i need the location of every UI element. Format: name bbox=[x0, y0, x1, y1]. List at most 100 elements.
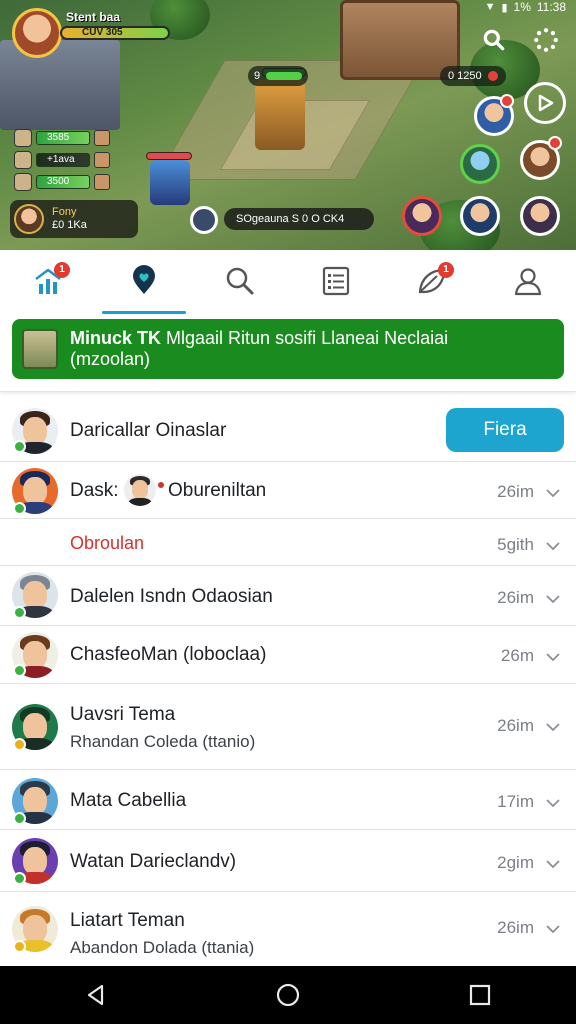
tab-map[interactable] bbox=[96, 250, 192, 314]
chat-time: 5gith bbox=[497, 535, 534, 554]
home-icon[interactable] bbox=[275, 982, 301, 1008]
tab-alerts-badge: 1 bbox=[438, 262, 454, 278]
unit-bubble[interactable] bbox=[190, 206, 218, 234]
chat-name: Watan Darieclandv) bbox=[70, 851, 237, 872]
clock: 11:38 bbox=[536, 0, 566, 14]
resource-counter: 0 1250 bbox=[440, 66, 506, 86]
list-icon bbox=[322, 266, 350, 296]
unit-thumb-icon bbox=[94, 152, 110, 168]
unit-bubble[interactable] bbox=[460, 144, 500, 184]
chat-row[interactable]: Liatart Teman Abandon Dolada (ttania) 26… bbox=[0, 892, 576, 968]
unit-thumb-icon bbox=[14, 151, 32, 169]
hero-resource-bar: CUV 305 bbox=[60, 26, 170, 40]
unit-thumb-icon bbox=[94, 174, 110, 190]
battery-icon: ▮ bbox=[501, 1, 508, 14]
side-resource-value: 3585 bbox=[36, 131, 90, 145]
player-detail: £0 1Ka bbox=[52, 219, 87, 231]
chat-time: 26m bbox=[500, 646, 534, 665]
cart-unit[interactable] bbox=[150, 160, 190, 205]
chat-row[interactable]: ChasfeoMan (loboclaa) 26m bbox=[0, 626, 576, 684]
unit-bubble[interactable] bbox=[460, 196, 500, 236]
promo-section: Minuck TK Mlgaail Ritun sosifi Llaneai N… bbox=[0, 314, 576, 392]
promo-subtitle: (mzoolan) bbox=[70, 349, 151, 369]
online-status-icon bbox=[13, 440, 26, 453]
online-status-icon bbox=[13, 606, 26, 619]
online-status-icon bbox=[13, 664, 26, 677]
tab-bar: 1 1 bbox=[0, 250, 576, 314]
person-icon bbox=[514, 268, 542, 296]
signal-icon: ▼ bbox=[484, 1, 496, 13]
away-status-icon bbox=[13, 738, 26, 751]
promo-banner[interactable]: Minuck TK Mlgaail Ritun sosifi Llaneai N… bbox=[12, 319, 564, 379]
chat-time: 26im bbox=[497, 482, 534, 501]
chat-time: 26im bbox=[497, 918, 534, 937]
game-banner[interactable]: ▼ ▮ 1% 11:38 Stent baa CUV 305 0 1250 9 … bbox=[0, 0, 576, 250]
side-resource-row: +1ava bbox=[14, 151, 110, 169]
hero-name: Stent baa bbox=[66, 10, 121, 24]
chat-name: Dalelen Isndn Odaosian bbox=[70, 586, 273, 607]
chat-row[interactable]: Daricallar Oinaslar Fiera bbox=[0, 400, 576, 462]
tab-profile[interactable] bbox=[480, 250, 576, 312]
chat-row[interactable]: Obroulan 5gith bbox=[0, 518, 576, 566]
tab-home-badge: 1 bbox=[54, 262, 70, 278]
mech-unit[interactable] bbox=[255, 80, 305, 150]
tab-home[interactable]: 1 bbox=[0, 250, 96, 312]
player-avatar bbox=[14, 204, 44, 234]
back-icon[interactable] bbox=[83, 982, 109, 1008]
loading-icon[interactable] bbox=[528, 22, 564, 58]
chat-preview: Abandon Dolada (ttania) bbox=[70, 938, 255, 957]
tab-alerts[interactable]: 1 bbox=[384, 250, 480, 312]
chat-row[interactable]: Watan Darieclandv) 2gim bbox=[0, 830, 576, 892]
hero-avatar[interactable] bbox=[12, 8, 62, 58]
chat-row[interactable]: Mata Cabellia 17im bbox=[0, 770, 576, 830]
chat-name: Uavsri Tema bbox=[70, 704, 176, 725]
house-building bbox=[0, 40, 120, 130]
player-card[interactable]: Fony £0 1Ka bbox=[10, 200, 138, 238]
chevron-down-icon[interactable] bbox=[544, 920, 562, 938]
status-bar: ▼ ▮ 1% 11:38 bbox=[376, 0, 576, 14]
status-dot bbox=[158, 482, 164, 488]
player-name: Fony bbox=[52, 206, 77, 218]
location-pin-icon bbox=[133, 265, 155, 294]
chevron-down-icon[interactable] bbox=[544, 590, 562, 608]
away-status-icon bbox=[13, 940, 26, 953]
fiera-button[interactable]: Fiera bbox=[446, 408, 564, 452]
alert-dot-icon bbox=[487, 71, 498, 81]
chevron-down-icon[interactable] bbox=[544, 484, 562, 502]
chevron-down-icon[interactable] bbox=[544, 537, 562, 555]
chat-time: 2gim bbox=[497, 853, 534, 872]
search-icon bbox=[226, 267, 254, 295]
unit-bubble[interactable] bbox=[520, 196, 560, 236]
side-resource-row: 3585 bbox=[14, 129, 110, 147]
chat-name: Obureniltan bbox=[168, 480, 267, 501]
level-progress bbox=[266, 72, 302, 80]
promo-title: Minuck TK bbox=[70, 328, 162, 348]
tab-list[interactable] bbox=[288, 250, 384, 312]
online-status-icon bbox=[13, 872, 26, 885]
chevron-down-icon[interactable] bbox=[544, 648, 562, 666]
unit-bubble[interactable] bbox=[402, 196, 442, 236]
chat-row[interactable]: Dask: Obureniltan 26im bbox=[0, 462, 576, 518]
side-resource-row: 3500 bbox=[14, 173, 110, 191]
chat-preview: Rhandan Coleda (ttanio) bbox=[70, 732, 256, 751]
chat-name: Obroulan bbox=[70, 533, 145, 553]
search-icon[interactable] bbox=[476, 22, 512, 58]
play-icon[interactable] bbox=[524, 82, 566, 124]
chat-name: ChasfeoMan (loboclaa) bbox=[70, 644, 267, 665]
chat-row[interactable]: Uavsri Tema Rhandan Coleda (ttanio) 26im bbox=[0, 684, 576, 770]
tab-search[interactable] bbox=[192, 250, 288, 312]
unit-thumb-icon bbox=[14, 129, 32, 147]
promo-game-icon bbox=[22, 329, 58, 369]
system-nav-bar bbox=[0, 966, 576, 1024]
chevron-down-icon[interactable] bbox=[544, 794, 562, 812]
resource-count: 0 1250 bbox=[448, 70, 482, 82]
chevron-down-icon[interactable] bbox=[544, 855, 562, 873]
unit-health-bar bbox=[146, 152, 192, 160]
recents-icon[interactable] bbox=[467, 982, 493, 1008]
chat-row[interactable]: Dalelen Isndn Odaosian 26im bbox=[0, 566, 576, 626]
chat-name: Daricallar Oinaslar bbox=[70, 420, 227, 441]
notification-dot bbox=[500, 94, 514, 108]
chat-name: Liatart Teman bbox=[70, 910, 185, 931]
chevron-down-icon[interactable] bbox=[544, 718, 562, 736]
promo-text: Minuck TK Mlgaail Ritun sosifi Llaneai N… bbox=[70, 328, 448, 370]
